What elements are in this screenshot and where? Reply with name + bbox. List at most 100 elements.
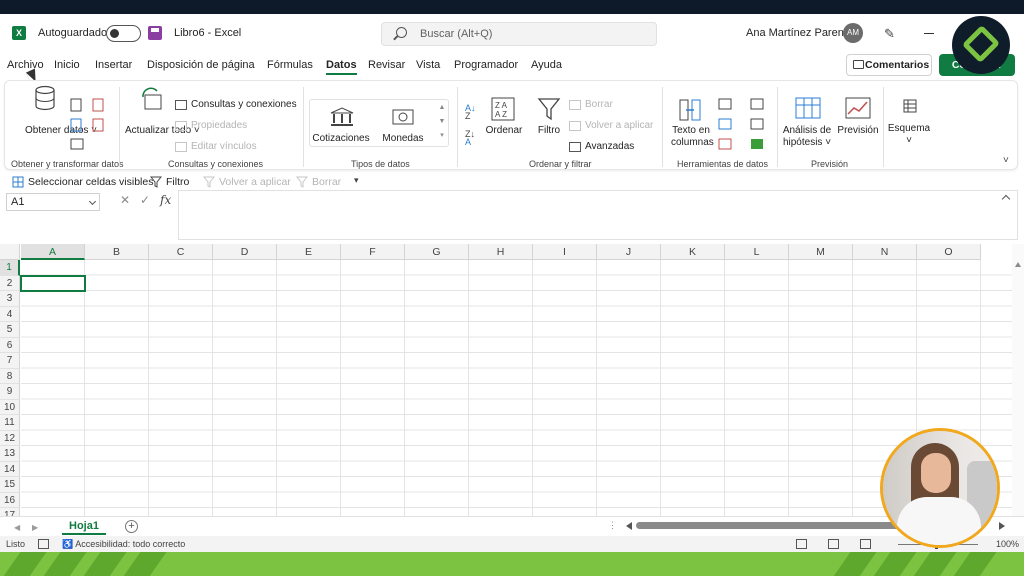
editar-vinculos-button[interactable]: Editar vínculos: [175, 141, 257, 152]
obtener-datos-button[interactable]: Obtener datos ˅: [25, 125, 97, 137]
propiedades-button[interactable]: Propiedades: [175, 120, 247, 131]
column-header[interactable]: B: [85, 244, 149, 260]
collapse-formula-icon[interactable]: [1001, 194, 1011, 204]
comments-button[interactable]: Comentarios: [846, 54, 932, 76]
column-header[interactable]: I: [533, 244, 597, 260]
row-header[interactable]: 6: [0, 337, 20, 353]
pen-icon[interactable]: ✎: [884, 26, 895, 42]
column-header[interactable]: K: [661, 244, 725, 260]
row-header[interactable]: 16: [0, 492, 20, 508]
prevision-button[interactable]: Previsión: [837, 125, 879, 136]
esquema-button[interactable]: Esquema ˅: [887, 123, 931, 147]
row-header[interactable]: 5: [0, 322, 20, 338]
avatar[interactable]: AM: [843, 23, 863, 43]
actualizar-todo-button[interactable]: Actualizar todo ˅: [125, 125, 200, 137]
row-header[interactable]: 3: [0, 291, 20, 307]
splitter-handle-icon[interactable]: ⋮: [608, 520, 617, 531]
column-header[interactable]: L: [725, 244, 789, 260]
tab-archivo[interactable]: Archivo: [7, 59, 44, 71]
tab-insertar[interactable]: Insertar: [95, 59, 132, 71]
column-header[interactable]: M: [789, 244, 853, 260]
scroll-right-icon[interactable]: [999, 522, 1005, 530]
name-box[interactable]: A1: [6, 193, 100, 211]
texto-en-columnas-button[interactable]: Texto en columnas: [671, 125, 714, 149]
row-header[interactable]: 10: [0, 399, 20, 415]
row-header[interactable]: 15: [0, 477, 20, 493]
column-header[interactable]: J: [597, 244, 661, 260]
gallery-scroll[interactable]: ▲ ▼ ▾: [437, 101, 447, 145]
data-source-icons[interactable]: [69, 97, 109, 153]
save-icon[interactable]: [148, 26, 162, 40]
normal-view-icon[interactable]: [796, 539, 807, 549]
sheet-prev-icon[interactable]: ◀: [14, 523, 20, 532]
filtro-quick-button[interactable]: Filtro: [150, 176, 189, 188]
formula-input[interactable]: [178, 190, 1018, 240]
column-header[interactable]: D: [213, 244, 277, 260]
zoom-level[interactable]: 100%: [996, 539, 1019, 549]
avanzadas-button[interactable]: Avanzadas: [569, 141, 634, 152]
row-header[interactable]: 9: [0, 384, 20, 400]
select-all-corner[interactable]: [0, 244, 20, 260]
row-header[interactable]: 8: [0, 368, 20, 384]
data-tools-icons[interactable]: [715, 97, 775, 153]
search-box[interactable]: Buscar (Alt+Q): [381, 22, 657, 46]
column-header[interactable]: E: [277, 244, 341, 260]
borrar-filter-button[interactable]: Borrar: [569, 99, 613, 110]
reapply-quick-button[interactable]: Volver a aplicar: [203, 176, 291, 188]
add-sheet-icon[interactable]: +: [125, 520, 138, 533]
vertical-scrollbar[interactable]: [1012, 244, 1024, 516]
seleccionar-celdas-visibles-button[interactable]: Seleccionar celdas visibles: [12, 176, 153, 188]
tab-datos[interactable]: Datos: [326, 59, 357, 75]
row-header[interactable]: 11: [0, 415, 20, 431]
tab-formulas[interactable]: Fórmulas: [267, 59, 313, 71]
tab-disposicion[interactable]: Disposición de página: [147, 59, 255, 71]
sheet-tab-hoja1[interactable]: Hoja1: [62, 517, 106, 535]
macro-record-icon[interactable]: [38, 539, 49, 549]
row-header[interactable]: 12: [0, 430, 20, 446]
tab-revisar[interactable]: Revisar: [368, 59, 405, 71]
row-header[interactable]: 13: [0, 446, 20, 462]
tab-vista[interactable]: Vista: [416, 59, 440, 71]
column-header[interactable]: C: [149, 244, 213, 260]
column-header[interactable]: A: [21, 244, 85, 260]
customize-dropdown-icon[interactable]: ▾: [354, 175, 359, 186]
page-layout-icon[interactable]: [828, 539, 839, 549]
column-header[interactable]: H: [469, 244, 533, 260]
scroll-up-icon[interactable]: [1015, 262, 1021, 267]
active-cell[interactable]: [20, 275, 86, 292]
column-header[interactable]: N: [853, 244, 917, 260]
spreadsheet-grid[interactable]: ABCDEFGHIJKLMNO 1 2 3 4 5 6 7 8 9 10 11 12 13 14 15 16 1…: [0, 244, 1024, 516]
column-header[interactable]: G: [405, 244, 469, 260]
cotizaciones-button[interactable]: Cotizaciones: [311, 133, 371, 144]
scroll-left-icon[interactable]: [626, 522, 632, 530]
monedas-button[interactable]: Monedas: [377, 133, 429, 144]
accessibility-status[interactable]: ♿ Accesibilidad: todo correcto: [62, 539, 185, 550]
tab-inicio[interactable]: Inicio: [54, 59, 80, 71]
page-break-icon[interactable]: [860, 539, 871, 549]
column-header[interactable]: F: [341, 244, 405, 260]
row-header[interactable]: 7: [0, 353, 20, 369]
sheet-next-icon[interactable]: ▶: [32, 523, 38, 532]
ordenar-button[interactable]: Ordenar: [483, 125, 525, 136]
analisis-hipotesis-button[interactable]: Análisis de hipótesis ˅: [779, 125, 835, 149]
column-header[interactable]: O: [917, 244, 981, 260]
row-header[interactable]: 1: [0, 260, 20, 276]
ribbon-collapse-icon[interactable]: ˅: [1003, 155, 1009, 166]
minimize-button[interactable]: [924, 33, 934, 34]
cancel-icon[interactable]: ✕: [120, 193, 130, 207]
confirm-icon[interactable]: ✓: [140, 193, 150, 207]
filtro-button[interactable]: Filtro: [533, 125, 565, 136]
fx-icon[interactable]: fx: [160, 193, 171, 207]
cell-area[interactable]: [21, 260, 1021, 516]
consultas-conexiones-button[interactable]: Consultas y conexiones: [175, 99, 297, 110]
row-header[interactable]: 2: [0, 275, 20, 291]
tab-programador[interactable]: Programador: [454, 59, 518, 71]
row-header[interactable]: 17: [0, 508, 20, 516]
clear-quick-button[interactable]: Borrar: [296, 176, 341, 188]
tab-ayuda[interactable]: Ayuda: [531, 59, 562, 71]
sort-az-icons[interactable]: A↓ Z Z↓ A: [465, 99, 481, 145]
row-header[interactable]: 14: [0, 461, 20, 477]
row-header[interactable]: 4: [0, 306, 20, 322]
autosave-toggle[interactable]: [106, 25, 141, 42]
volver-aplicar-button[interactable]: Volver a aplicar: [569, 120, 653, 131]
